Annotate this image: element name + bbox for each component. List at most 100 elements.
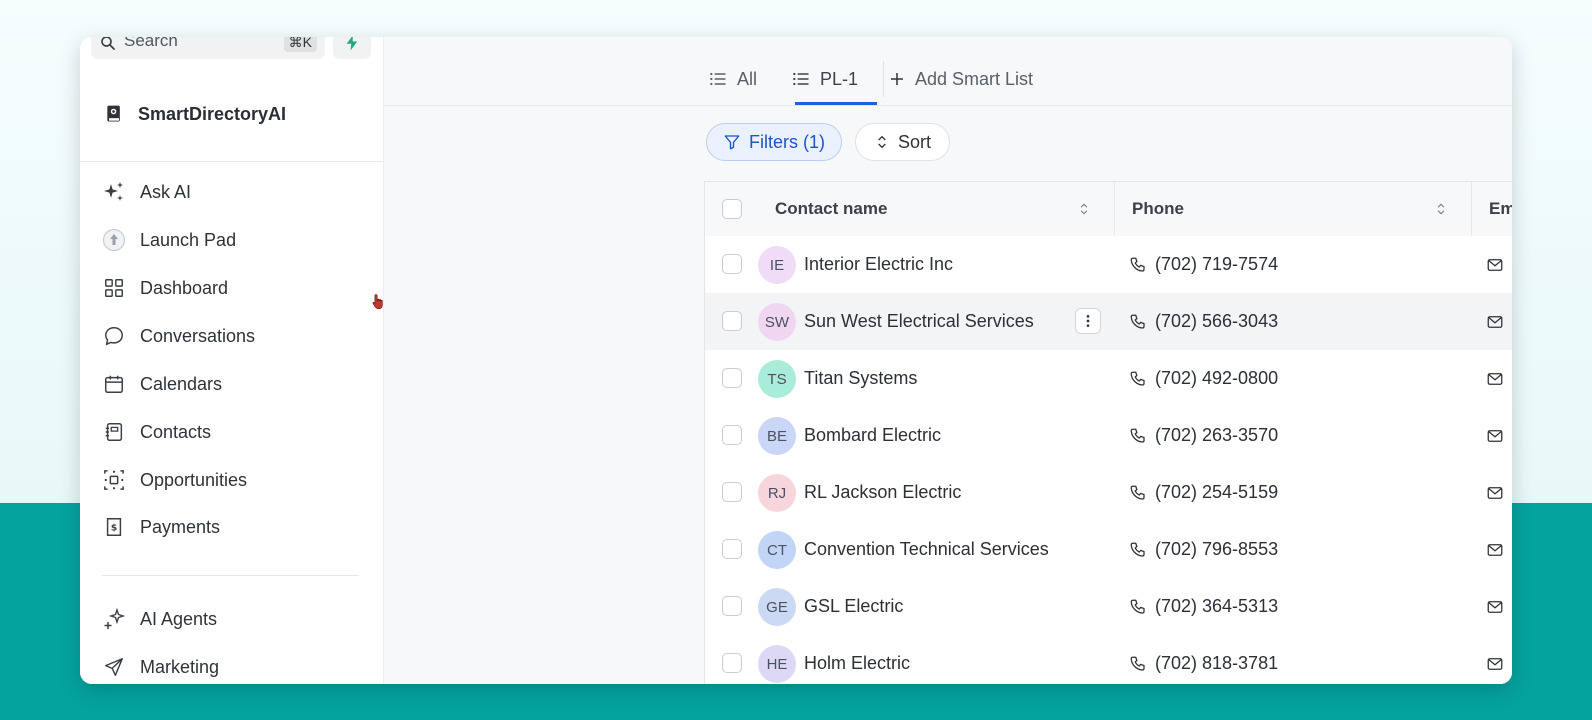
list-icon <box>793 72 809 86</box>
row-checkbox[interactable] <box>722 368 742 388</box>
sidebar-item-label: Conversations <box>140 325 256 346</box>
phone-icon <box>1130 257 1145 272</box>
table-row[interactable]: TS Titan Systems (702) 492-0800 info@titanl… <box>705 350 1512 408</box>
table-header: Contact name Phone Email <box>705 182 1512 237</box>
sidebar-item-label: Payments <box>140 516 221 537</box>
email-cell[interactable]: mike@ctselectrical.com <box>1486 521 1512 578</box>
phone-cell[interactable]: (702) 566-3043 <box>1129 293 1278 350</box>
tab-label: Add Smart List <box>915 68 1034 89</box>
mail-icon <box>1487 372 1503 385</box>
column-header-contact-name[interactable]: Contact name <box>775 182 887 236</box>
contact-name[interactable]: RL Jackson Electric <box>804 464 961 521</box>
email-cell[interactable]: david@gogomarketing.net <box>1486 464 1512 521</box>
tab-separator <box>883 61 884 97</box>
row-checkbox[interactable] <box>722 539 742 559</box>
filter-icon <box>724 135 740 150</box>
sidebar-item-payments[interactable]: $ Payments <box>102 513 220 541</box>
contact-name[interactable]: GSL Electric <box>804 578 903 635</box>
contact-name[interactable]: Holm Electric <box>804 635 910 684</box>
phone-cell[interactable]: (702) 719-7574 <box>1129 236 1278 293</box>
sidebar-item-launch-pad[interactable]: Launch Pad <box>102 226 236 254</box>
sidebar-item-dashboard[interactable]: Dashboard <box>102 274 228 302</box>
email-cell[interactable]: info@holmelectric.com <box>1486 635 1512 684</box>
column-sort-icon[interactable] <box>1434 202 1448 216</box>
sidebar-item-ask-ai[interactable]: Ask AI <box>102 178 191 206</box>
email-cell[interactable]: info@titanlv.com <box>1486 350 1512 407</box>
sidebar-item-label: Contacts <box>140 421 212 442</box>
sidebar-item-opportunities[interactable]: Opportunities <box>102 466 247 494</box>
quick-action-button[interactable] <box>333 37 371 59</box>
email-cell[interactable]: ccummings@gslelectric.com <box>1486 578 1512 635</box>
contact-name[interactable]: Titan Systems <box>804 350 917 407</box>
avatar: CT <box>758 531 796 569</box>
list-icon <box>710 72 726 86</box>
filters-button[interactable]: Filters (1) <box>706 123 842 161</box>
email-cell[interactable]: estimating@bombardelec.com <box>1486 407 1512 464</box>
row-checkbox[interactable] <box>722 653 742 673</box>
phone-icon <box>1130 314 1145 329</box>
search-shortcut: ⌘K <box>283 37 317 52</box>
table-row[interactable]: RJ RL Jackson Electric (702) 254-5159 david… <box>705 464 1512 522</box>
sidebar-item-label: Marketing <box>140 656 220 677</box>
avatar-initials: IE <box>769 256 785 274</box>
phone-icon <box>1130 485 1145 500</box>
mail-icon <box>1487 486 1503 499</box>
phone-cell[interactable]: (702) 492-0800 <box>1129 350 1278 407</box>
table-row[interactable]: SW Sun West Electrical Services (702) 566-… <box>705 293 1512 351</box>
search-label: Search <box>124 37 178 50</box>
phone-cell[interactable]: (702) 364-5313 <box>1129 578 1278 635</box>
tab-pl-1[interactable]: PL-1 <box>791 67 858 91</box>
select-all-checkbox[interactable] <box>722 199 742 219</box>
sidebar-item-ai-agents[interactable]: AI Agents <box>102 605 217 633</box>
avatar: GE <box>758 588 796 626</box>
row-checkbox[interactable] <box>722 425 742 445</box>
phone-cell[interactable]: (702) 254-5159 <box>1129 464 1278 521</box>
sidebar-item-label: Launch Pad <box>140 229 237 250</box>
row-checkbox[interactable] <box>722 596 742 616</box>
table-row[interactable]: GE GSL Electric (702) 364-5313 ccummings@gs… <box>705 578 1512 636</box>
row-checkbox[interactable] <box>722 311 742 331</box>
phone-cell[interactable]: (702) 818-3781 <box>1129 635 1278 684</box>
table-row[interactable]: BE Bombard Electric (702) 263-3570 estimati… <box>705 407 1512 465</box>
dashboard-grid-icon <box>102 276 126 300</box>
email-cell[interactable]: avaldovinos@interiorelectric.com <box>1486 236 1512 293</box>
contact-name[interactable]: Sun West Electrical Services <box>804 293 1034 350</box>
sidebar-item-calendars[interactable]: Calendars <box>102 370 222 398</box>
active-tab-indicator <box>795 102 877 105</box>
email-cell[interactable]: service@sunwestelectrical.com <box>1486 293 1512 350</box>
sidebar-item-marketing[interactable]: Marketing <box>102 653 219 681</box>
contact-name[interactable]: Bombard Electric <box>804 407 941 464</box>
avatar: IE <box>758 246 796 284</box>
column-sort-icon[interactable] <box>1077 202 1091 216</box>
column-header-phone[interactable]: Phone <box>1132 182 1184 236</box>
mail-icon <box>1487 657 1503 670</box>
table-row[interactable]: HE Holm Electric (702) 818-3781 info@holmel… <box>705 635 1512 684</box>
chat-bubble-icon <box>102 324 126 348</box>
add-smart-list-button[interactable]: Add Smart List <box>888 67 1033 91</box>
avatar-initials: SW <box>764 313 790 331</box>
brand[interactable]: SmartDirectoryAI <box>104 101 286 127</box>
sort-label: Sort <box>897 131 931 152</box>
phone-cell[interactable]: (702) 263-3570 <box>1129 407 1278 464</box>
sidebar: Search ⌘K SmartDirectoryAI Ask AI Launch… <box>80 37 384 684</box>
sidebar-item-contacts[interactable]: Contacts <box>102 418 211 446</box>
contact-name[interactable]: Interior Electric Inc <box>804 236 953 293</box>
row-checkbox[interactable] <box>722 482 742 502</box>
tab-all[interactable]: All <box>708 67 757 91</box>
search-box[interactable]: Search ⌘K <box>91 37 325 59</box>
app-window: Search ⌘K SmartDirectoryAI Ask AI Launch… <box>80 37 1512 684</box>
phone-number: (702) 364-5313 <box>1155 596 1279 616</box>
sidebar-item-label: Dashboard <box>140 277 229 298</box>
sort-button[interactable]: Sort <box>855 123 950 161</box>
table-row[interactable]: CT Convention Technical Services (702) 796… <box>705 521 1512 579</box>
column-header-email[interactable]: Email <box>1489 182 1512 236</box>
contact-name[interactable]: Convention Technical Services <box>804 521 1049 578</box>
table-row[interactable]: IE Interior Electric Inc (702) 719-7574 ava… <box>705 236 1512 294</box>
phone-cell[interactable]: (702) 796-8553 <box>1129 521 1278 578</box>
avatar: BE <box>758 417 796 455</box>
mail-icon <box>1487 315 1503 328</box>
row-checkbox[interactable] <box>722 254 742 274</box>
sidebar-item-conversations[interactable]: Conversations <box>102 322 255 350</box>
row-menu-button[interactable] <box>1075 308 1101 334</box>
mail-icon <box>1487 258 1503 271</box>
